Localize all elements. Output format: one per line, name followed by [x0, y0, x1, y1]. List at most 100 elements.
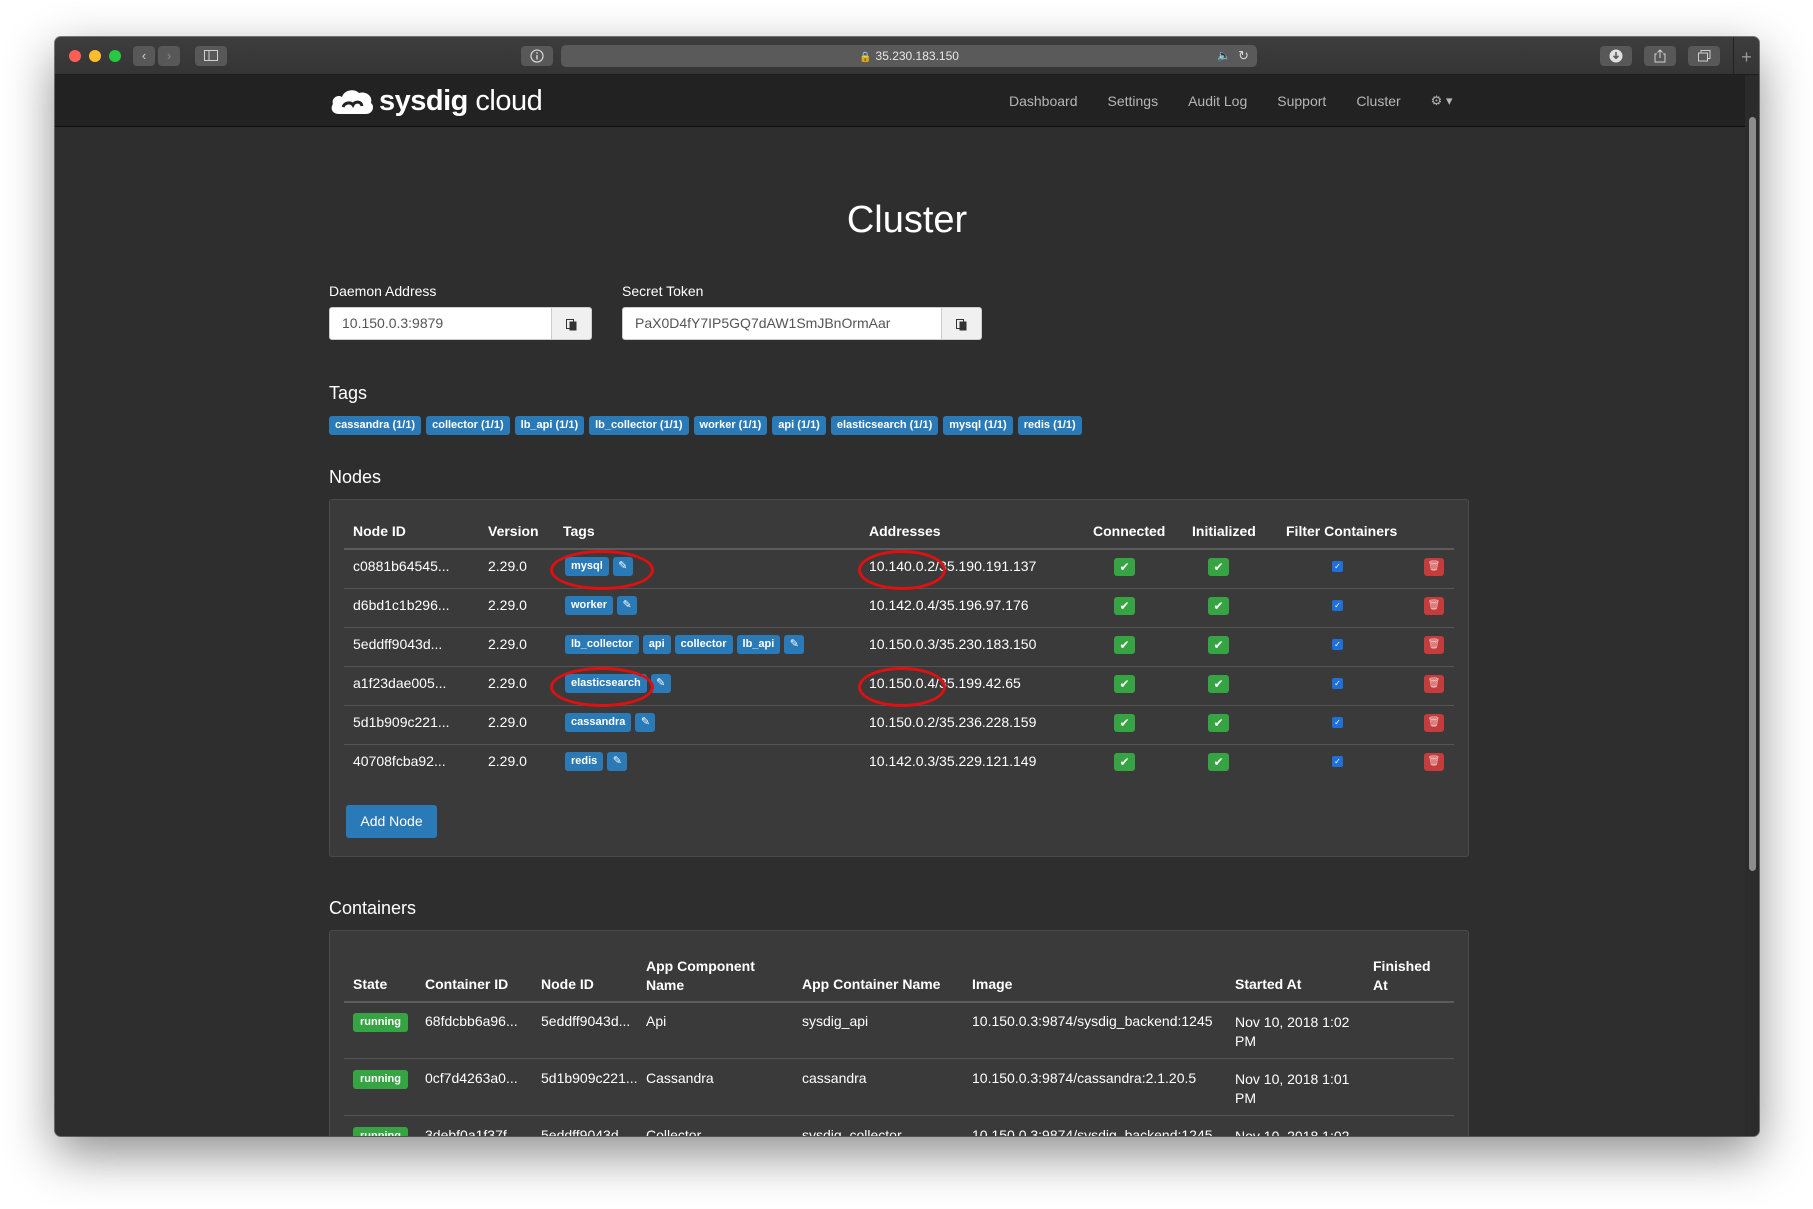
node-version: 2.29.0 — [488, 675, 527, 691]
delete-node-button[interactable]: 🗑 — [1424, 558, 1444, 576]
nav-settings[interactable]: Settings — [1108, 93, 1159, 109]
page-scrollbar[interactable] — [1745, 75, 1759, 1136]
speaker-icon[interactable]: 🔈 — [1217, 45, 1231, 67]
tag-collector[interactable]: collector (1/1) — [426, 416, 510, 435]
new-tab-icon[interactable]: + — [1733, 37, 1759, 75]
col-version: Version — [488, 523, 539, 539]
tag-api[interactable]: api (1/1) — [772, 416, 826, 435]
col-node-id: Node ID — [541, 976, 594, 992]
app-component-name: Collector — [646, 1127, 702, 1136]
tag-cassandra[interactable]: cassandra (1/1) — [329, 416, 422, 435]
annotation-circle — [550, 550, 654, 590]
node-tags: cassandra ✎ — [565, 713, 656, 732]
col-image: Image — [972, 976, 1013, 992]
app-component-name: Api — [646, 1013, 667, 1029]
node-tag[interactable]: lb_collector — [565, 635, 639, 654]
node-version: 2.29.0 — [488, 558, 527, 574]
nav-audit-log[interactable]: Audit Log — [1188, 93, 1247, 109]
initialized-check-icon: ✔ — [1208, 753, 1229, 771]
copy-icon — [955, 318, 966, 330]
delete-node-button[interactable]: 🗑 — [1424, 753, 1444, 771]
node-tag[interactable]: worker — [565, 596, 614, 615]
container-id: 0cf7d4263a0... — [425, 1070, 518, 1086]
nav-dashboard[interactable]: Dashboard — [1009, 93, 1078, 109]
container-image: 10.150.0.3:9874/sysdig_backend:1245 — [972, 1013, 1213, 1029]
back-icon[interactable]: ‹ — [133, 46, 155, 66]
app-container-name: sysdig_api — [802, 1013, 869, 1029]
cloud-logo-icon — [331, 90, 374, 114]
delete-node-button[interactable]: 🗑 — [1424, 636, 1444, 654]
share-icon[interactable] — [1644, 46, 1676, 66]
tag-redis[interactable]: redis (1/1) — [1017, 416, 1082, 435]
node-id: 5d1b909c221... — [353, 714, 450, 730]
node-tag[interactable]: redis — [565, 752, 604, 771]
copy-secret-button[interactable] — [942, 307, 982, 340]
tag-mysql[interactable]: mysql (1/1) — [943, 416, 1013, 435]
tag-lb-collector[interactable]: lb_collector (1/1) — [589, 416, 689, 435]
containers-heading: Containers — [329, 898, 417, 918]
filter-containers-checkbox[interactable]: ✓ — [1332, 756, 1343, 767]
node-tag[interactable]: api — [642, 635, 671, 654]
tag-elasticsearch[interactable]: elasticsearch (1/1) — [830, 416, 939, 435]
row-divider — [344, 1058, 1454, 1059]
container-id: 3debf0a1f37f... — [425, 1127, 519, 1136]
node-version: 2.29.0 — [488, 753, 527, 769]
started-at: Nov 10, 2018 1:02 PM — [1235, 1014, 1350, 1049]
filter-containers-checkbox[interactable]: ✓ — [1332, 561, 1343, 572]
gear-icon[interactable]: ⚙ ▾ — [1431, 93, 1453, 109]
container-node-id: 5eddff9043d... — [541, 1013, 631, 1029]
node-tag[interactable]: cassandra — [565, 713, 632, 732]
zoom-window-button[interactable] — [109, 50, 121, 62]
daemon-address-label: Daemon Address — [329, 283, 437, 299]
node-tag[interactable]: collector — [674, 635, 733, 654]
main-content: Cluster Daemon Address 10.150.0.3:9879 S… — [55, 127, 1759, 1136]
header-divider — [344, 1001, 1454, 1003]
filter-containers-checkbox[interactable]: ✓ — [1332, 600, 1343, 611]
address-bar[interactable]: 🔒 35.230.183.150 🔈 ↻ — [561, 45, 1257, 67]
node-tag[interactable]: lb_api — [736, 635, 781, 654]
edit-icon[interactable]: ✎ — [607, 752, 628, 771]
reload-icon[interactable]: ↻ — [1238, 45, 1249, 67]
nav-cluster[interactable]: Cluster — [1356, 93, 1400, 109]
add-node-button[interactable]: Add Node — [346, 805, 437, 838]
connected-check-icon: ✔ — [1114, 597, 1135, 615]
container-id: 68fdcbb6a96... — [425, 1013, 518, 1029]
tag-lb-api[interactable]: lb_api (1/1) — [514, 416, 585, 435]
close-window-button[interactable] — [69, 50, 81, 62]
connected-check-icon: ✔ — [1114, 714, 1135, 732]
container-image: 10.150.0.3:9874/cassandra:2.1.20.5 — [972, 1070, 1197, 1086]
container-image: 10.150.0.3:9874/sysdig_backend:1245 — [972, 1127, 1213, 1136]
sysdig-logo[interactable]: sysdig cloud — [329, 84, 543, 118]
delete-node-button[interactable]: 🗑 — [1424, 675, 1444, 693]
started-at: Nov 10, 2018 1:01 PM — [1235, 1071, 1350, 1106]
connected-check-icon: ✔ — [1114, 558, 1135, 576]
edit-icon[interactable]: ✎ — [784, 635, 805, 654]
reader-info-icon[interactable] — [521, 46, 553, 66]
copy-daemon-button[interactable] — [552, 307, 592, 340]
initialized-check-icon: ✔ — [1208, 714, 1229, 732]
edit-icon[interactable]: ✎ — [635, 713, 656, 732]
nav-support[interactable]: Support — [1277, 93, 1326, 109]
tabs-overview-icon[interactable] — [1688, 46, 1720, 66]
secret-token-input[interactable]: PaX0D4fY7IP5GQ7dAW1SmJBnOrmAar — [622, 307, 942, 340]
daemon-address-input[interactable]: 10.150.0.3:9879 — [329, 307, 552, 340]
edit-icon[interactable]: ✎ — [650, 674, 671, 693]
col-finished-at: Finished At — [1373, 958, 1431, 993]
minimize-window-button[interactable] — [89, 50, 101, 62]
row-divider — [344, 1115, 1454, 1116]
filter-containers-checkbox[interactable]: ✓ — [1332, 678, 1343, 689]
page-title: Cluster — [846, 199, 968, 241]
filter-containers-checkbox[interactable]: ✓ — [1332, 639, 1343, 650]
scrollbar-thumb[interactable] — [1749, 117, 1756, 871]
filter-containers-checkbox[interactable]: ✓ — [1332, 717, 1343, 728]
download-icon[interactable] — [1600, 46, 1632, 66]
tag-worker[interactable]: worker (1/1) — [693, 416, 768, 435]
forward-icon[interactable]: › — [158, 46, 180, 66]
delete-node-button[interactable]: 🗑 — [1424, 597, 1444, 615]
delete-node-button[interactable]: 🗑 — [1424, 714, 1444, 732]
app-container-name: cassandra — [802, 1070, 867, 1086]
node-version: 2.29.0 — [488, 714, 527, 730]
state-badge: running — [353, 1013, 408, 1032]
sidebar-icon[interactable] — [195, 46, 227, 66]
edit-icon[interactable]: ✎ — [617, 596, 638, 615]
